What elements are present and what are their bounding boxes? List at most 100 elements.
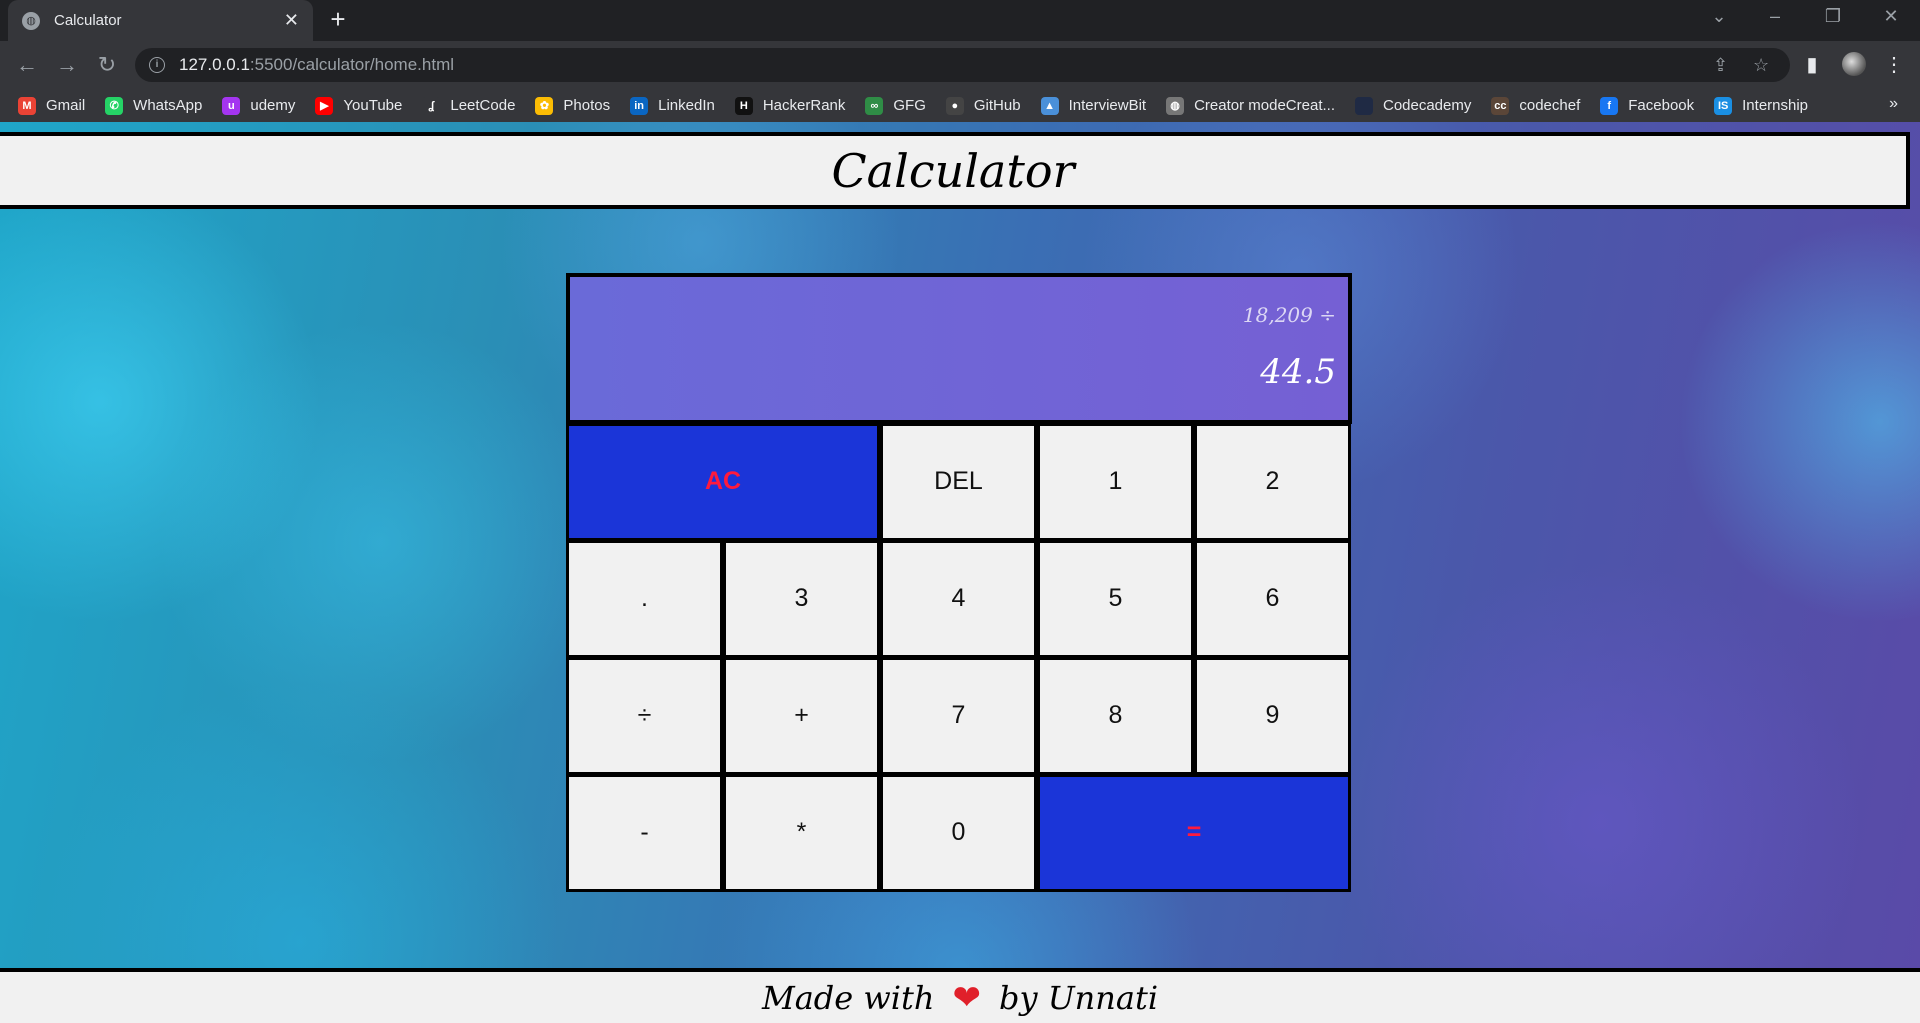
footer-suffix: by Unnati	[998, 978, 1159, 1017]
calculator: 18,209 ÷ 44.5 AC DEL 1 2. 3 4 5 6 ÷ +7 8 9 - * 0 =	[566, 273, 1354, 892]
tab-strip: ◍ Calculator ✕ + ⌄ – ❐ ✕	[0, 0, 1920, 41]
bookmark-udemy[interactable]: u udemy	[222, 96, 296, 115]
site-info-icon[interactable]: i	[149, 57, 165, 73]
page-header: Calculator	[0, 132, 1910, 209]
bookmark-photos[interactable]: ✿ Photos	[535, 96, 611, 115]
bookmark-linkedin[interactable]: in LinkedIn	[630, 96, 715, 115]
key-minus-button[interactable]: -	[566, 773, 723, 892]
hackerrank-icon: H	[734, 96, 753, 115]
current-operand: 44.5	[1260, 351, 1336, 392]
back-icon[interactable]: ←	[13, 51, 41, 79]
bookmark-leetcode[interactable]: ʆ LeetCode	[422, 96, 516, 115]
forward-icon[interactable]: →	[53, 51, 81, 79]
reload-icon[interactable]: ↻	[93, 51, 121, 79]
more-bookmarks-icon[interactable]: »	[1889, 95, 1898, 113]
tab-search-icon[interactable]: ⌄	[1704, 6, 1734, 27]
bookmark-label: Photos	[563, 97, 611, 114]
bookmark-label: Internship	[1742, 97, 1809, 114]
close-window-button[interactable]: ✕	[1876, 6, 1906, 27]
page-viewport: Calculator 18,209 ÷ 44.5 AC DEL 1 2. 3 4 5 6 ÷ +7…	[0, 122, 1920, 1023]
youtube-icon: ▶	[315, 96, 334, 115]
key-decimal-button[interactable]: .	[566, 539, 723, 658]
bookmark-youtube[interactable]: ▶ YouTube	[315, 96, 403, 115]
key-digit-7-button[interactable]: 7	[880, 656, 1037, 775]
browser-tab[interactable]: ◍ Calculator ✕	[8, 0, 313, 41]
globe-icon: ◍	[22, 11, 40, 30]
bookmark-label: Gmail	[46, 97, 86, 114]
bookmark-label: GFG	[893, 97, 926, 114]
heart-icon: ❤	[952, 978, 981, 1017]
github-icon: ●	[945, 96, 964, 115]
previous-operand: 18,209 ÷	[1242, 303, 1336, 328]
bookmark-interviewbit[interactable]: ▲ InterviewBit	[1040, 96, 1147, 115]
new-tab-button[interactable]: +	[324, 6, 352, 34]
bookmark-gmail[interactable]: M Gmail	[18, 96, 86, 115]
whatsapp-icon: ✆	[105, 96, 124, 115]
bookmark-whatsapp[interactable]: ✆ WhatsApp	[105, 96, 203, 115]
bookmark-label: codechef	[1519, 97, 1581, 114]
udemy-icon: u	[222, 96, 241, 115]
bookmark-label: GitHub	[973, 97, 1021, 114]
codecademy-icon	[1354, 96, 1373, 115]
browser-toolbar: ← → ↻ i 127.0.0.1 :5500/calculator/home.…	[0, 41, 1920, 89]
close-tab-icon[interactable]: ✕	[284, 10, 299, 31]
key-digit-5-button[interactable]: 5	[1037, 539, 1194, 658]
key-digit-2-button[interactable]: 2	[1194, 422, 1351, 541]
photos-icon: ✿	[535, 96, 554, 115]
footer-prefix: Made with	[761, 978, 935, 1017]
bookmark-github[interactable]: ● GitHub	[945, 96, 1021, 115]
bookmark-star-icon[interactable]: ☆	[1753, 48, 1769, 82]
bookmark-label: WhatsApp	[133, 97, 203, 114]
calculator-keypad: AC DEL 1 2. 3 4 5 6 ÷ +7 8 9 - * 0 =	[566, 422, 1352, 892]
profile-avatar[interactable]	[1842, 52, 1866, 76]
tab-title: Calculator	[54, 12, 122, 29]
bookmark-label: Facebook	[1628, 97, 1695, 114]
page-title: Calculator	[831, 143, 1075, 198]
bookmark-internship[interactable]: IS Internship	[1714, 96, 1809, 115]
bookmarks-bar: M Gmail ✆ WhatsApp u udemy ▶ YouTube ʆ LeetCode ✿ P…	[0, 89, 1920, 122]
key-delete-button[interactable]: DEL	[880, 422, 1037, 541]
address-bar[interactable]: i 127.0.0.1 :5500/calculator/home.html ⇪…	[135, 48, 1790, 82]
internship-icon: IS	[1714, 96, 1733, 115]
key-digit-0-button[interactable]: 0	[880, 773, 1037, 892]
side-panel-icon[interactable]: ▮	[1798, 51, 1826, 79]
bookmark-label: InterviewBit	[1068, 97, 1147, 114]
url-host: 127.0.0.1	[179, 55, 250, 74]
bookmark-label: udemy	[250, 97, 296, 114]
key-equals-button[interactable]: =	[1037, 773, 1351, 892]
key-divide-button[interactable]: ÷	[566, 656, 723, 775]
codechef-icon: cc	[1491, 96, 1510, 115]
gfg-icon: ∞	[865, 96, 884, 115]
key-all-clear-button[interactable]: AC	[566, 422, 880, 541]
bookmark-facebook[interactable]: f Facebook	[1600, 96, 1695, 115]
gmail-icon: M	[18, 96, 36, 115]
key-digit-9-button[interactable]: 9	[1194, 656, 1351, 775]
bookmark-codecademy[interactable]: Codecademy	[1354, 96, 1472, 115]
creator-mode-icon: ◍	[1166, 96, 1185, 115]
bookmark-creator-modecreat[interactable]: ◍ Creator modeCreat...	[1166, 96, 1335, 115]
restore-button[interactable]: ❐	[1818, 6, 1848, 27]
key-multiply-button[interactable]: *	[723, 773, 880, 892]
bookmark-label: LeetCode	[450, 97, 516, 114]
bookmark-label: LinkedIn	[658, 97, 715, 114]
bookmark-gfg[interactable]: ∞ GFG	[865, 96, 926, 115]
bookmark-label: HackerRank	[762, 97, 846, 114]
key-digit-4-button[interactable]: 4	[880, 539, 1037, 658]
bookmark-codechef[interactable]: cc codechef	[1491, 96, 1581, 115]
facebook-icon: f	[1600, 96, 1619, 115]
key-digit-3-button[interactable]: 3	[723, 539, 880, 658]
key-plus-button[interactable]: +	[723, 656, 880, 775]
bookmark-label: Codecademy	[1382, 97, 1472, 114]
bookmark-label: Creator modeCreat...	[1194, 97, 1335, 114]
calculator-display: 18,209 ÷ 44.5	[566, 273, 1352, 424]
key-digit-1-button[interactable]: 1	[1037, 422, 1194, 541]
linkedin-icon: in	[630, 96, 649, 115]
bookmark-label: YouTube	[343, 97, 403, 114]
menu-kebab-icon[interactable]: ⋮	[1880, 51, 1908, 79]
key-digit-8-button[interactable]: 8	[1037, 656, 1194, 775]
share-icon[interactable]: ⇪	[1713, 48, 1728, 82]
minimize-button[interactable]: –	[1760, 6, 1790, 27]
bookmark-hackerrank[interactable]: H HackerRank	[734, 96, 846, 115]
key-digit-6-button[interactable]: 6	[1194, 539, 1351, 658]
interviewbit-icon: ▲	[1040, 96, 1059, 115]
